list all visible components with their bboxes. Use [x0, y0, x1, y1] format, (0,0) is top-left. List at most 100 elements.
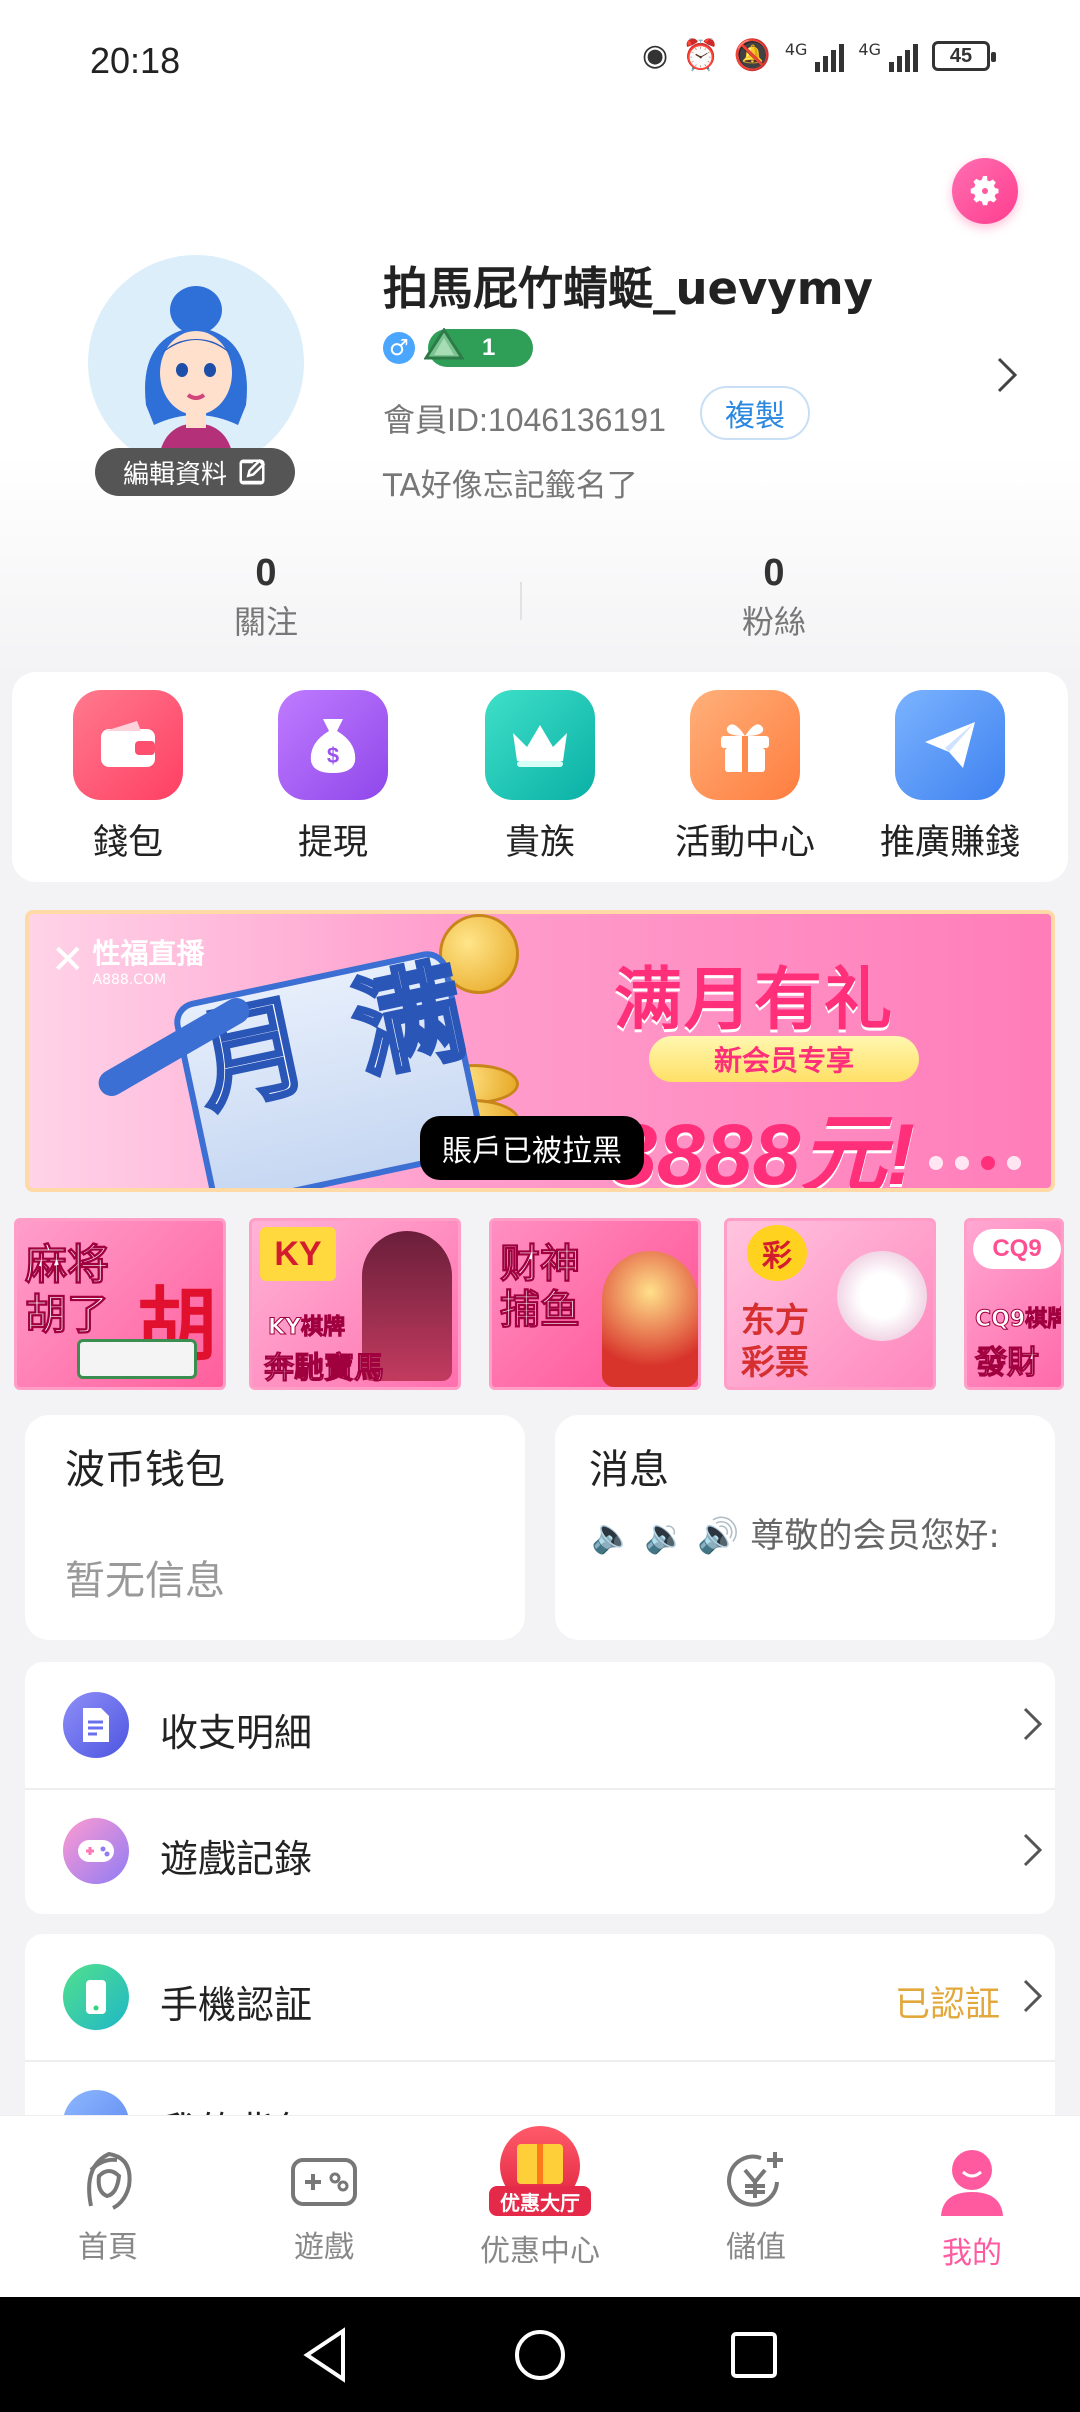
records-list: 收支明細 遊戲記錄 [25, 1662, 1055, 1914]
alarm-icon: ⏰ [682, 38, 720, 73]
network-type-1: 4G [784, 40, 808, 59]
avatar-image [145, 286, 247, 471]
username: 拍馬屁竹蜻蜓_uevymy [383, 262, 873, 315]
wallet-card[interactable]: 波币钱包 暂无信息 [25, 1415, 525, 1640]
following-label: 關注 [233, 603, 298, 641]
quick-referral[interactable]: 推廣賺錢 [865, 690, 1035, 865]
game-mahjong[interactable]: 麻将 胡了 胡 [14, 1218, 226, 1390]
banner-logo-text: 性福直播 [92, 937, 205, 970]
game-line1: CQ9棋牌 [974, 1307, 1064, 1333]
settings-button[interactable] [952, 158, 1018, 224]
nav-games[interactable]: 遊戲 [244, 2146, 404, 2266]
ky-logo-icon: KY [260, 1227, 336, 1281]
status-time: 20:18 [90, 40, 181, 81]
money-bag-icon: $ [278, 690, 388, 800]
game-line2: 奔馳寶馬 [264, 1351, 385, 1387]
list-item-backpack[interactable]: 我的背包 [25, 2060, 1055, 2120]
quick-wallet[interactable]: 錢包 [43, 690, 213, 865]
back-icon[interactable] [301, 2326, 351, 2383]
mahjong-tiles-icon [77, 1339, 197, 1379]
avatar[interactable] [88, 255, 304, 471]
yen-plus-icon [727, 2152, 783, 2207]
list-item-label: 收支明細 [160, 1711, 313, 1755]
banner-logo-sub: A888.COM [92, 972, 167, 988]
quick-activity-center-label: 活動中心 [674, 823, 815, 863]
verified-status: 已認証 [894, 1985, 1000, 2025]
signal-icon [815, 40, 845, 72]
status-icons: ◉ ⏰ 🔕 4G 4G 45 [642, 38, 996, 73]
edit-profile-label: 編輯資料 [122, 459, 227, 490]
phone-icon [63, 1964, 129, 2030]
following-count: 0 [255, 552, 277, 594]
lottery-logo-icon: 彩 [747, 1225, 807, 1281]
stat-fans[interactable]: 0 粉絲 [674, 552, 874, 643]
lottery-ball-icon [837, 1251, 927, 1341]
edit-icon [239, 458, 266, 485]
gamepad-icon [291, 2158, 357, 2206]
nav-home-label: 首頁 [78, 2230, 138, 2265]
network-type-2: 4G [858, 40, 881, 59]
gamepad-icon [63, 1818, 129, 1884]
nav-profile[interactable]: 我的 [892, 2146, 1052, 2272]
document-icon [63, 1692, 129, 1758]
wallet-icon [73, 690, 183, 800]
game-fortune-fishing[interactable]: 财神 捕鱼 [489, 1218, 701, 1390]
nav-deposit[interactable]: 儲值 [676, 2146, 836, 2266]
status-bar: 20:18 ◉ ⏰ 🔕 4G 4G 45 [0, 0, 1080, 125]
svg-text:$: $ [327, 743, 339, 768]
list-item-label: 手機認証 [160, 1983, 313, 2027]
battery-icon: 45 [932, 41, 996, 71]
gear-icon [970, 176, 999, 206]
wallet-card-body: 暂无信息 [65, 1558, 225, 1604]
game-line2: 捕鱼 [500, 1287, 581, 1334]
nav-promotions[interactable]: 优惠大厅 优惠中心 [460, 2126, 620, 2270]
list-item-income-expense[interactable]: 收支明細 [25, 1662, 1055, 1788]
chevron-right-icon [1023, 1979, 1043, 2013]
recents-icon[interactable] [729, 2330, 779, 2380]
copy-id-button[interactable]: 複製 [700, 386, 810, 440]
level-number: 1 [482, 334, 496, 361]
message-card[interactable]: 消息 🔈 🔉 🔊 尊敬的会员您好: [555, 1415, 1055, 1640]
signature: TA好像忘記籤名了 [383, 468, 638, 504]
fans-label: 粉絲 [741, 603, 806, 641]
system-nav-bar [0, 2297, 1080, 2412]
quick-wallet-label: 錢包 [92, 823, 163, 863]
male-icon: ♂ [383, 332, 415, 364]
gift-box-icon: 优惠大厅 [489, 2126, 591, 2216]
nav-home[interactable]: 首頁 [28, 2146, 188, 2266]
signal-icon [889, 40, 918, 72]
quick-withdraw-label: 提現 [297, 823, 368, 863]
quick-referral-label: 推廣賺錢 [879, 823, 1020, 863]
home-icon[interactable] [512, 2327, 568, 2383]
chevron-right-icon[interactable] [995, 355, 1021, 395]
gift-icon [690, 690, 800, 800]
game-ky-chess[interactable]: KY KY棋牌 奔馳寶馬 [249, 1218, 461, 1390]
crown-icon [485, 690, 595, 800]
message-card-body: 🔈 🔉 🔊 尊敬的会员您好: [591, 1516, 1000, 1556]
banner-pager [929, 1156, 1021, 1170]
quick-activity-center[interactable]: 活動中心 [660, 690, 830, 865]
quick-nobility-label: 貴族 [504, 823, 575, 863]
fortune-god-icon [602, 1251, 698, 1387]
settings-list: 手機認証 已認証 我的背包 [25, 1934, 1055, 2134]
profile-icon [941, 2150, 1003, 2216]
nav-deposit-label: 儲值 [726, 2230, 786, 2265]
chevron-right-icon [1023, 1833, 1043, 1867]
game-cq9-chess[interactable]: CQ9 CQ9棋牌 發財 [964, 1218, 1064, 1390]
banner-subtitle: 新会员专享 [649, 1036, 919, 1082]
game-line2: 發財 [974, 1343, 1040, 1382]
game-line1: KY棋牌 [268, 1315, 346, 1341]
toast-message: 賬戶已被拉黑 [420, 1116, 644, 1180]
home-lady-icon [87, 2151, 132, 2210]
list-item-game-records[interactable]: 遊戲記錄 [25, 1788, 1055, 1914]
quick-nobility[interactable]: 貴族 [455, 690, 625, 865]
edit-profile-button[interactable]: 編輯資料 [95, 448, 295, 496]
nav-profile-label: 我的 [942, 2236, 1002, 2271]
game-eastern-lottery[interactable]: 彩 东方 彩票 [724, 1218, 936, 1390]
x-logo-icon: ✕ [51, 937, 85, 983]
stat-following[interactable]: 0 關注 [166, 552, 366, 643]
level-gem-icon [424, 328, 464, 360]
list-item-phone-verification[interactable]: 手機認証 已認証 [25, 1934, 1055, 2060]
quick-withdraw[interactable]: $ 提現 [248, 690, 418, 865]
paper-plane-icon [895, 690, 1005, 800]
